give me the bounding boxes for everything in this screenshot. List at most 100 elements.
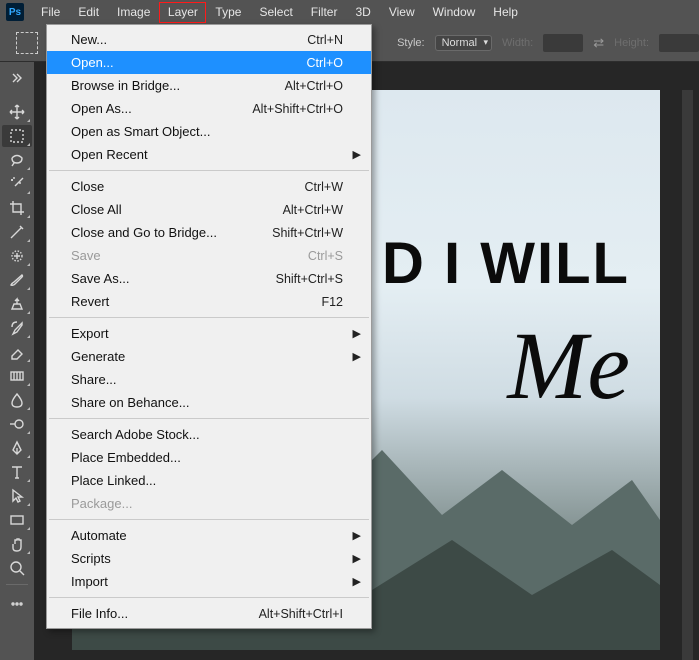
menu-help[interactable]: Help <box>484 1 527 23</box>
chevron-right-icon: ▶ <box>353 350 361 363</box>
menu-file[interactable]: File <box>32 1 69 23</box>
menu-select[interactable]: Select <box>250 1 301 23</box>
menu-item-label: Package... <box>71 496 343 511</box>
height-input[interactable] <box>659 34 699 52</box>
menu-window[interactable]: Window <box>424 1 485 23</box>
menu-item-label: Search Adobe Stock... <box>71 427 343 442</box>
menu-item-label: Share... <box>71 372 343 387</box>
menu-shortcut: F12 <box>321 295 343 309</box>
menu-close[interactable]: CloseCtrl+W <box>47 175 371 198</box>
scrollbar-vertical[interactable] <box>682 90 693 660</box>
menu-item-label: File Info... <box>71 606 259 621</box>
menu-save-as[interactable]: Save As...Shift+Ctrl+S <box>47 267 371 290</box>
menu-place-embedded[interactable]: Place Embedded... <box>47 446 371 469</box>
rectangle-tool[interactable] <box>2 509 32 531</box>
width-label: Width: <box>502 37 533 49</box>
file-menu-dropdown: New...Ctrl+NOpen...Ctrl+OBrowse in Bridg… <box>46 24 372 629</box>
type-tool[interactable] <box>2 461 32 483</box>
menu-share[interactable]: Share... <box>47 368 371 391</box>
menu-generate[interactable]: Generate▶ <box>47 345 371 368</box>
marquee-tool[interactable] <box>2 125 32 147</box>
style-select[interactable]: Normal <box>435 35 492 51</box>
expand-icon[interactable] <box>2 67 32 89</box>
style-label: Style: <box>397 37 425 49</box>
history-brush-tool[interactable] <box>2 317 32 339</box>
move-tool[interactable] <box>2 101 32 123</box>
menu-file-info[interactable]: File Info...Alt+Shift+Ctrl+I <box>47 602 371 625</box>
marquee-tool-icon[interactable] <box>16 32 38 54</box>
pen-tool[interactable] <box>2 437 32 459</box>
menu-shortcut: Alt+Shift+Ctrl+O <box>252 102 343 116</box>
menu-shortcut: Shift+Ctrl+S <box>276 272 343 286</box>
gradient-tool[interactable] <box>2 365 32 387</box>
menu-view[interactable]: View <box>380 1 424 23</box>
menu-item-label: Revert <box>71 294 321 309</box>
menu-automate[interactable]: Automate▶ <box>47 524 371 547</box>
menu-open-as[interactable]: Open As...Alt+Shift+Ctrl+O <box>47 97 371 120</box>
menu-adobe-stock[interactable]: Search Adobe Stock... <box>47 423 371 446</box>
menu-open-smart[interactable]: Open as Smart Object... <box>47 120 371 143</box>
menu-place-linked[interactable]: Place Linked... <box>47 469 371 492</box>
height-label: Height: <box>614 37 649 49</box>
blur-tool[interactable] <box>2 389 32 411</box>
menu-layer[interactable]: Layer <box>159 2 206 23</box>
swap-icon[interactable]: ⇄ <box>593 35 604 51</box>
menu-scripts[interactable]: Scripts▶ <box>47 547 371 570</box>
menu-item-label: Export <box>71 326 343 341</box>
path-select-tool[interactable] <box>2 485 32 507</box>
menu-behance[interactable]: Share on Behance... <box>47 391 371 414</box>
menu-item-label: New... <box>71 32 307 47</box>
script-text: Me <box>507 310 630 421</box>
menu-open[interactable]: Open...Ctrl+O <box>47 51 371 74</box>
menu-shortcut: Alt+Shift+Ctrl+I <box>259 607 343 621</box>
menu-item-label: Scripts <box>71 551 343 566</box>
menu-3d[interactable]: 3D <box>346 1 379 23</box>
menu-bar: Ps File Edit Image Layer Type Select Fil… <box>0 0 699 24</box>
menu-item-label: Browse in Bridge... <box>71 78 285 93</box>
chevron-right-icon: ▶ <box>353 148 361 161</box>
magic-wand-tool[interactable] <box>2 173 32 195</box>
menu-filter[interactable]: Filter <box>302 1 347 23</box>
spot-heal-tool[interactable] <box>2 245 32 267</box>
lasso-tool[interactable] <box>2 149 32 171</box>
menu-item-label: Open as Smart Object... <box>71 124 343 139</box>
menu-close-all[interactable]: Close AllAlt+Ctrl+W <box>47 198 371 221</box>
menu-shortcut: Alt+Ctrl+W <box>283 203 343 217</box>
crop-tool[interactable] <box>2 197 32 219</box>
menu-open-recent[interactable]: Open Recent ▶ <box>47 143 371 166</box>
hand-tool[interactable] <box>2 533 32 555</box>
menu-item-label: Import <box>71 574 343 589</box>
clone-stamp-tool[interactable] <box>2 293 32 315</box>
menu-item-label: Open Recent <box>71 147 343 162</box>
menu-export[interactable]: Export ▶ <box>47 322 371 345</box>
menu-revert[interactable]: RevertF12 <box>47 290 371 313</box>
chevron-right-icon: ▶ <box>353 327 361 340</box>
menu-item-label: Close <box>71 179 304 194</box>
menu-item-label: Close All <box>71 202 283 217</box>
menu-item-label: Place Linked... <box>71 473 343 488</box>
eraser-tool[interactable] <box>2 341 32 363</box>
menu-item-label: Automate <box>71 528 343 543</box>
menu-browse-bridge[interactable]: Browse in Bridge...Alt+Ctrl+O <box>47 74 371 97</box>
menu-image[interactable]: Image <box>108 1 159 23</box>
menu-new[interactable]: New...Ctrl+N <box>47 28 371 51</box>
brush-tool[interactable] <box>2 269 32 291</box>
menu-item-label: Open... <box>71 55 307 70</box>
menu-save: SaveCtrl+S <box>47 244 371 267</box>
menu-item-label: Save <box>71 248 308 263</box>
tools-panel <box>0 62 34 620</box>
menu-item-label: Place Embedded... <box>71 450 343 465</box>
menu-import[interactable]: Import▶ <box>47 570 371 593</box>
dodge-tool[interactable] <box>2 413 32 435</box>
zoom-tool[interactable] <box>2 557 32 579</box>
ps-logo: Ps <box>6 3 24 21</box>
menu-shortcut: Ctrl+S <box>308 249 343 263</box>
menu-item-label: Open As... <box>71 101 252 116</box>
eyedropper-tool[interactable] <box>2 221 32 243</box>
menu-edit[interactable]: Edit <box>69 1 108 23</box>
menu-shortcut: Ctrl+W <box>304 180 343 194</box>
menu-type[interactable]: Type <box>206 1 250 23</box>
width-input[interactable] <box>543 34 583 52</box>
menu-close-bridge[interactable]: Close and Go to Bridge...Shift+Ctrl+W <box>47 221 371 244</box>
edit-toolbar[interactable] <box>2 593 32 615</box>
